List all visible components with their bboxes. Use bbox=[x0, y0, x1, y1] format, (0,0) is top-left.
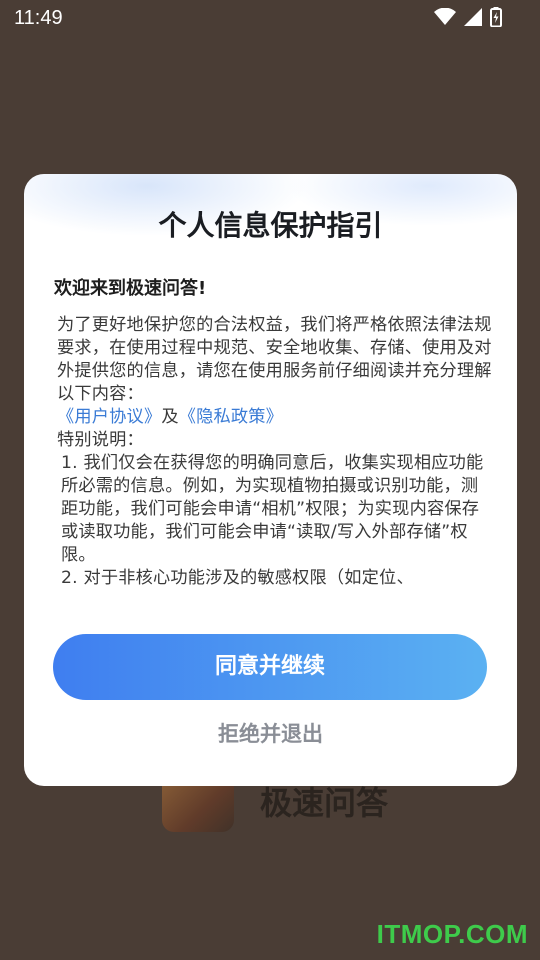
user-agreement-link[interactable]: 《用户协议》 bbox=[57, 407, 161, 427]
agree-continue-button[interactable]: 同意并继续 bbox=[53, 634, 487, 700]
policy-links-line: 《用户协议》及《隐私政策》 bbox=[57, 406, 493, 429]
welcome-text: 欢迎来到极速问答! bbox=[54, 278, 207, 299]
reject-exit-button[interactable]: 拒绝并退出 bbox=[24, 718, 517, 748]
note-item-2: 2. 对于非核心功能涉及的敏感权限（如定位、 bbox=[61, 568, 414, 588]
site-watermark: ITMOP.COM bbox=[376, 919, 528, 949]
dialog-title: 个人信息保护指引 bbox=[158, 209, 383, 242]
note-item-1: 1. 我们仅会在获得您的明确同意后，收集实现相应功能所必需的信息。例如，为实现植… bbox=[61, 453, 484, 565]
privacy-dialog: 个人信息保护指引 欢迎来到极速问答! 为了更好地保护您的合法权益，我们将严格依照… bbox=[24, 174, 517, 786]
and-text: 及 bbox=[161, 407, 179, 427]
privacy-policy-link[interactable]: 《隐私政策》 bbox=[179, 407, 283, 427]
intro-paragraph: 为了更好地保护您的合法权益，我们将严格依照法律法规要求，在使用过程中规范、安全地… bbox=[57, 315, 492, 404]
dialog-content-scroll[interactable]: 为了更好地保护您的合法权益，我们将严格依照法律法规要求，在使用过程中规范、安全地… bbox=[57, 314, 493, 600]
special-note-heading: 特别说明： bbox=[57, 430, 144, 450]
